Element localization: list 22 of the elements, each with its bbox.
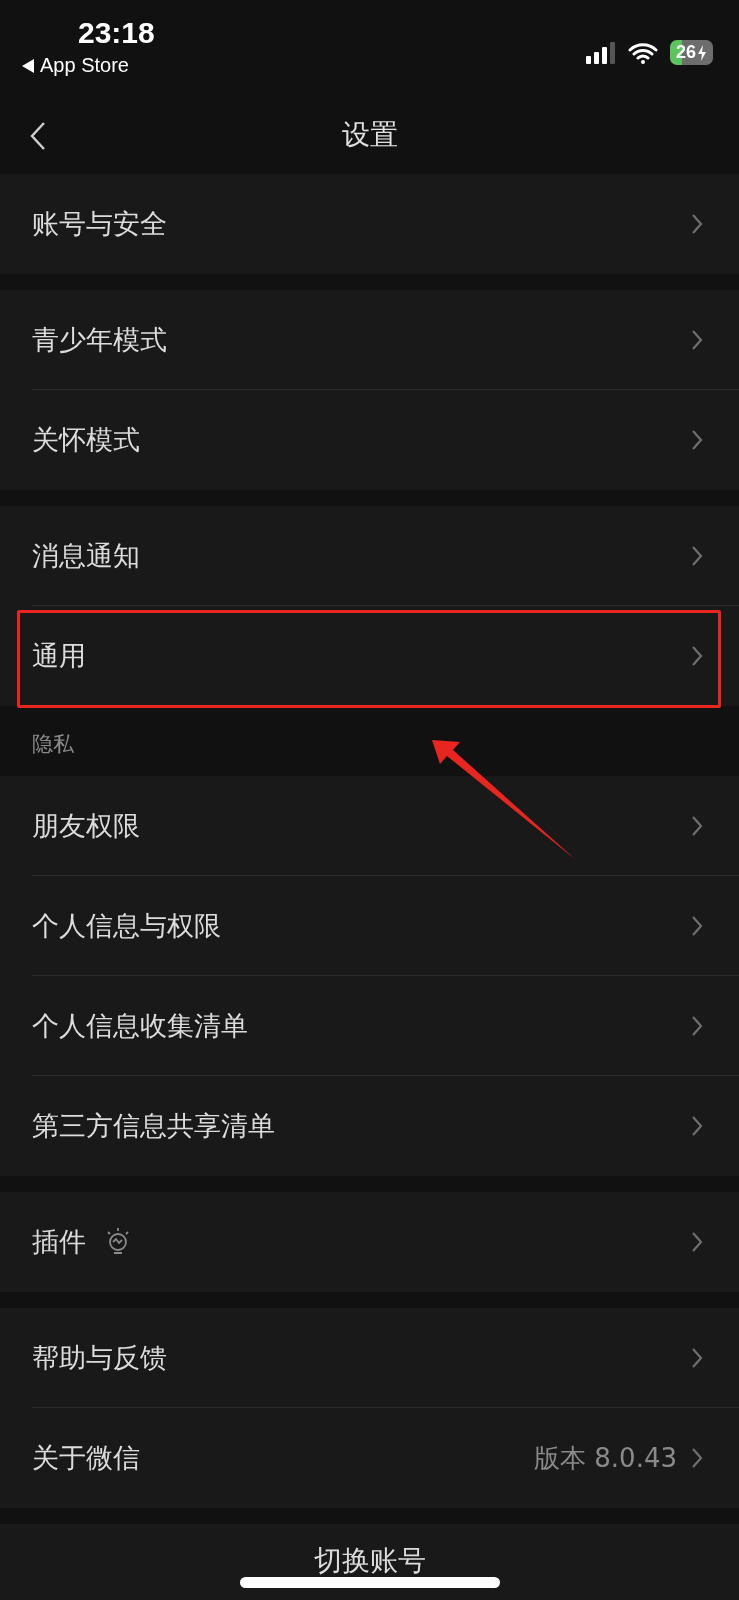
chevron-icon	[691, 815, 703, 837]
back-triangle-icon	[22, 58, 34, 73]
back-to-app-link[interactable]: App Store	[22, 54, 129, 77]
chevron-icon	[691, 213, 703, 235]
chevron-icon	[691, 1347, 703, 1369]
lightbulb-icon	[104, 1227, 132, 1257]
chevron-icon	[691, 329, 703, 351]
section-header: 隐私	[32, 731, 74, 758]
switch-account-button[interactable]: 切换账号	[0, 1524, 739, 1600]
signal-icon	[585, 41, 616, 64]
chevron-icon	[691, 1115, 703, 1137]
status-time: 23:18	[78, 16, 155, 50]
page-title: 设置	[341, 116, 398, 153]
chevron-icon	[691, 1015, 703, 1037]
chevron-icon	[691, 1231, 703, 1253]
version-value: 版本 8.0.43	[534, 1441, 677, 1475]
chevron-icon	[691, 429, 703, 451]
chevron-icon	[691, 915, 703, 937]
wifi-icon	[627, 41, 658, 64]
chevron-icon	[691, 645, 703, 667]
chevron-icon	[691, 1447, 703, 1469]
chevron-icon	[691, 545, 703, 567]
